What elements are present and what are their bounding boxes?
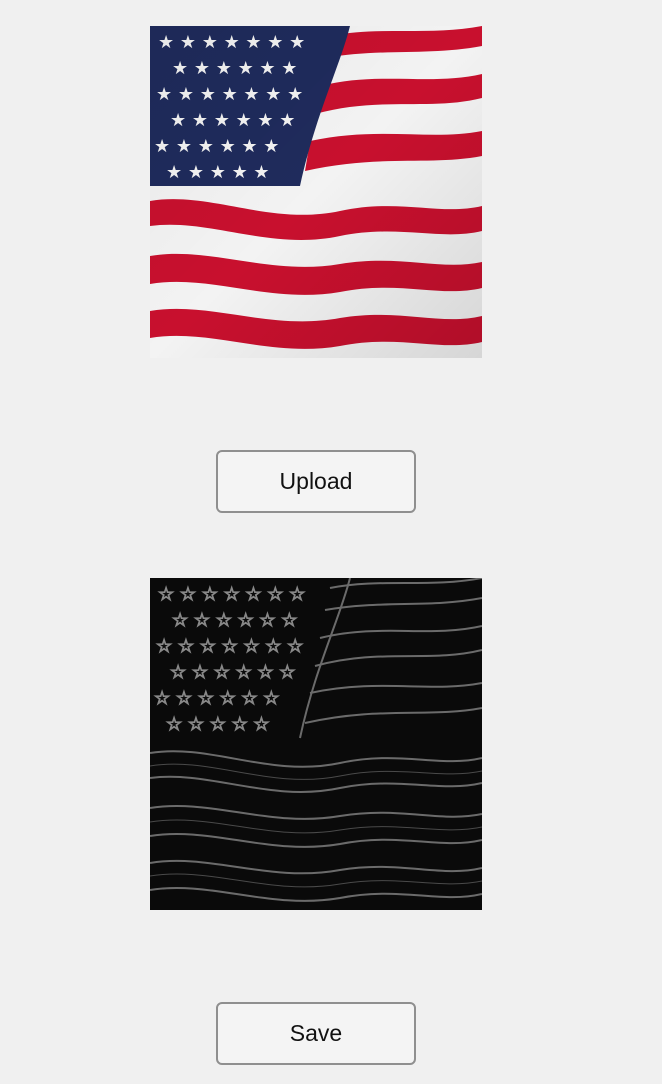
- upload-button[interactable]: Upload: [216, 450, 416, 513]
- original-image: ★ ★ ★ ★ ★ ★ ★ ★ ★ ★ ★ ★ ★ ★ ★ ★ ★ ★ ★ ★ …: [150, 26, 482, 358]
- app-window: ★ ★ ★ ★ ★ ★ ★ ★ ★ ★ ★ ★ ★ ★ ★ ★ ★ ★ ★ ★ …: [0, 0, 662, 1084]
- svg-text:☆ ☆ ☆ ☆ ☆ ☆: ☆ ☆ ☆ ☆ ☆ ☆: [154, 688, 279, 709]
- svg-text:☆ ☆ ☆ ☆ ☆ ☆ ☆: ☆ ☆ ☆ ☆ ☆ ☆ ☆: [156, 636, 303, 657]
- processed-image: ☆ ☆ ☆ ☆ ☆ ☆ ☆ ☆ ☆ ☆ ☆ ☆ ☆ ☆ ☆ ☆ ☆ ☆ ☆ ☆ …: [150, 578, 482, 910]
- svg-text:☆ ☆ ☆ ☆ ☆ ☆ ☆: ☆ ☆ ☆ ☆ ☆ ☆ ☆: [158, 584, 305, 605]
- edge-filtered-flag-image: ☆ ☆ ☆ ☆ ☆ ☆ ☆ ☆ ☆ ☆ ☆ ☆ ☆ ☆ ☆ ☆ ☆ ☆ ☆ ☆ …: [150, 578, 482, 910]
- svg-text:☆ ☆ ☆ ☆ ☆: ☆ ☆ ☆ ☆ ☆: [166, 714, 270, 735]
- svg-text:☆ ☆ ☆ ☆ ☆ ☆: ☆ ☆ ☆ ☆ ☆ ☆: [170, 662, 295, 683]
- svg-text:☆ ☆ ☆ ☆ ☆ ☆: ☆ ☆ ☆ ☆ ☆ ☆: [172, 610, 297, 631]
- us-flag-image: ★ ★ ★ ★ ★ ★ ★ ★ ★ ★ ★ ★ ★ ★ ★ ★ ★ ★ ★ ★ …: [150, 26, 482, 358]
- save-button[interactable]: Save: [216, 1002, 416, 1065]
